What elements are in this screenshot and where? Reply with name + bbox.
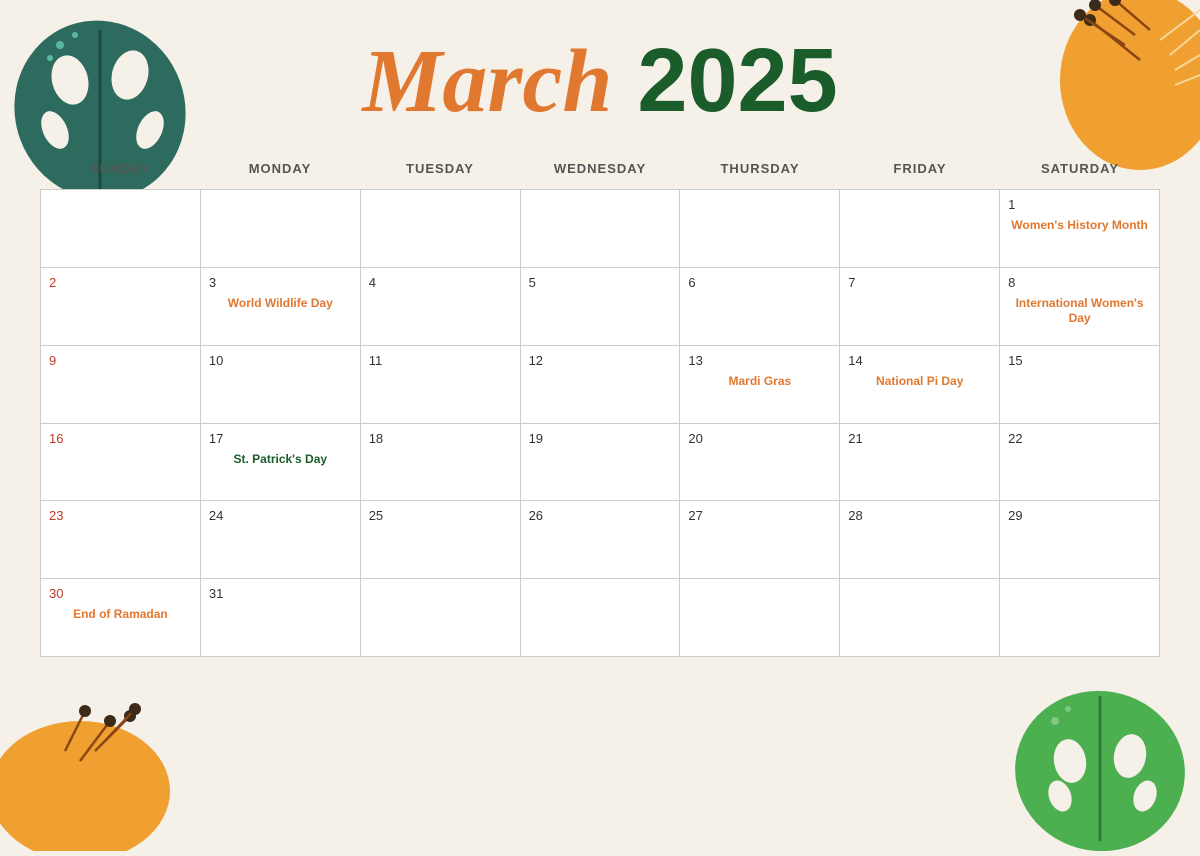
cal-cell: 19 xyxy=(521,424,681,502)
cal-cell: 1 Women's History Month xyxy=(1000,190,1160,268)
cal-cell: 12 xyxy=(521,346,681,424)
date-number: 12 xyxy=(529,353,543,368)
date-number: 2 xyxy=(49,275,56,290)
event-label: World Wildlife Day xyxy=(209,296,352,312)
day-header-thursday: THURSDAY xyxy=(680,153,840,184)
cal-cell: 5 xyxy=(521,268,681,346)
year: 2025 xyxy=(637,31,837,131)
calendar-title: March 2025 xyxy=(0,30,1200,133)
date-number: 20 xyxy=(688,431,702,446)
day-header-sunday: SUNDAY xyxy=(40,153,200,184)
date-number: 17 xyxy=(209,431,223,446)
cal-cell: 9 xyxy=(41,346,201,424)
cal-cell: 2 xyxy=(41,268,201,346)
date-number: 8 xyxy=(1008,275,1015,290)
event-label: Women's History Month xyxy=(1008,218,1151,234)
date-number: 30 xyxy=(49,586,63,601)
cal-cell: 23 xyxy=(41,501,201,579)
date-number: 10 xyxy=(209,353,223,368)
date-number: 3 xyxy=(209,275,216,290)
cal-cell: 21 xyxy=(840,424,1000,502)
cal-cell xyxy=(680,190,840,268)
cal-cell xyxy=(201,190,361,268)
date-number: 1 xyxy=(1008,197,1015,212)
date-number: 14 xyxy=(848,353,862,368)
day-headers: SUNDAY MONDAY TUESDAY WEDNESDAY THURSDAY… xyxy=(40,153,1160,184)
date-number: 16 xyxy=(49,431,63,446)
cal-cell: 10 xyxy=(201,346,361,424)
date-number: 7 xyxy=(848,275,855,290)
cal-cell: 28 xyxy=(840,501,1000,579)
cal-cell: 31 xyxy=(201,579,361,657)
cal-cell xyxy=(680,579,840,657)
cal-cell: 15 xyxy=(1000,346,1160,424)
cal-cell: 22 xyxy=(1000,424,1160,502)
cal-cell xyxy=(1000,579,1160,657)
date-number: 28 xyxy=(848,508,862,523)
cal-cell: 26 xyxy=(521,501,681,579)
day-header-monday: MONDAY xyxy=(200,153,360,184)
date-number: 21 xyxy=(848,431,862,446)
cal-cell: 11 xyxy=(361,346,521,424)
cal-cell: 24 xyxy=(201,501,361,579)
date-number: 5 xyxy=(529,275,536,290)
calendar-header: March 2025 xyxy=(0,0,1200,153)
calendar-grid: 1Women's History Month23World Wildlife D… xyxy=(40,189,1160,657)
date-number: 15 xyxy=(1008,353,1022,368)
cal-cell: 4 xyxy=(361,268,521,346)
cal-cell: 6 xyxy=(680,268,840,346)
cal-cell: 13 Mardi Gras xyxy=(680,346,840,424)
date-number: 26 xyxy=(529,508,543,523)
date-number: 24 xyxy=(209,508,223,523)
cal-cell: 17 St. Patrick's Day xyxy=(201,424,361,502)
cal-cell xyxy=(521,579,681,657)
cal-cell: 20 xyxy=(680,424,840,502)
date-number: 13 xyxy=(688,353,702,368)
cal-cell xyxy=(361,579,521,657)
date-number: 31 xyxy=(209,586,223,601)
date-number: 4 xyxy=(369,275,376,290)
cal-cell xyxy=(840,579,1000,657)
cal-cell: 25 xyxy=(361,501,521,579)
date-number: 9 xyxy=(49,353,56,368)
cal-cell: 18 xyxy=(361,424,521,502)
event-label: St. Patrick's Day xyxy=(209,452,352,468)
cal-cell xyxy=(361,190,521,268)
day-header-friday: FRIDAY xyxy=(840,153,1000,184)
deco-bottom-left xyxy=(0,701,220,851)
date-number: 6 xyxy=(688,275,695,290)
date-number: 23 xyxy=(49,508,63,523)
date-number: 29 xyxy=(1008,508,1022,523)
cal-cell: 7 xyxy=(840,268,1000,346)
date-number: 11 xyxy=(369,353,383,368)
date-number: 22 xyxy=(1008,431,1022,446)
date-number: 25 xyxy=(369,508,383,523)
cal-cell: 16 xyxy=(41,424,201,502)
cal-cell xyxy=(41,190,201,268)
deco-leaf-bottom-right xyxy=(1000,671,1200,851)
date-number: 18 xyxy=(369,431,383,446)
cal-cell: 29 xyxy=(1000,501,1160,579)
day-header-wednesday: WEDNESDAY xyxy=(520,153,680,184)
cal-cell: 8 International Women's Day xyxy=(1000,268,1160,346)
date-number: 19 xyxy=(529,431,543,446)
cal-cell: 14 National Pi Day xyxy=(840,346,1000,424)
event-label: National Pi Day xyxy=(848,374,991,390)
day-header-tuesday: TUESDAY xyxy=(360,153,520,184)
cal-cell xyxy=(840,190,1000,268)
day-header-saturday: SATURDAY xyxy=(1000,153,1160,184)
cal-cell xyxy=(521,190,681,268)
event-label: Mardi Gras xyxy=(688,374,831,390)
month-name: March xyxy=(362,32,612,131)
date-number: 27 xyxy=(688,508,702,523)
cal-cell: 3 World Wildlife Day xyxy=(201,268,361,346)
event-label: International Women's Day xyxy=(1008,296,1151,327)
cal-cell: 27 xyxy=(680,501,840,579)
calendar-wrapper: SUNDAY MONDAY TUESDAY WEDNESDAY THURSDAY… xyxy=(0,153,1200,657)
cal-cell: 30 End of Ramadan xyxy=(41,579,201,657)
event-label: End of Ramadan xyxy=(49,607,192,623)
